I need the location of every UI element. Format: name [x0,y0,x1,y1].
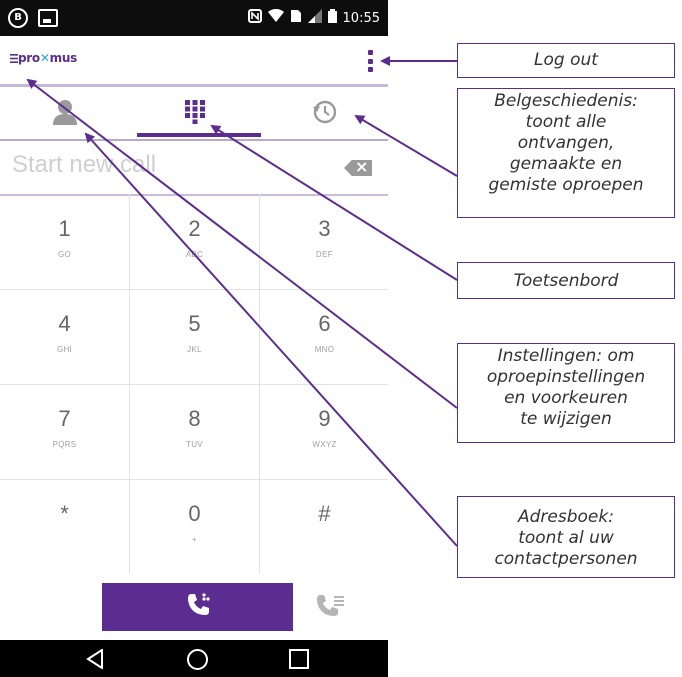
key-digit: 0 [188,501,201,526]
key-letters: ABC [185,250,204,259]
callout-text: Instellingen: om [497,346,635,366]
brand-prefix: pro [18,51,40,65]
callout-history: Belgeschiedenis: toont alle ontvangen, g… [457,88,675,218]
key-letters: TUV [186,440,203,449]
key-digit: 9 [318,406,331,431]
overflow-menu-icon[interactable] [368,50,374,72]
dialpad-key[interactable]: 7 PQRS [0,384,129,479]
status-bar: B 10:55 [0,0,388,36]
dialpad-key[interactable]: 9 WXYZ [260,384,389,479]
tab-history[interactable] [260,87,388,140]
image-icon [38,9,58,27]
call-bar [0,574,388,640]
key-digit: 4 [58,311,71,336]
callout-text: gemaakte en [509,154,623,174]
call-button[interactable] [102,583,293,631]
brand-x: ✕ [39,51,50,65]
app-bar: pro✕mus [0,36,388,84]
callout-text: Toetsenbord [513,271,619,291]
nfc-icon [247,9,262,27]
dialpad-key[interactable]: 5 JKL [130,289,259,384]
key-letters: PQRS [52,440,77,449]
key-letters: GHI [56,345,73,354]
callout-text: toont alle [525,112,607,132]
home-icon[interactable] [187,649,208,670]
key-letters: + [192,535,197,544]
clock-time: 10:55 [342,10,380,26]
dialpad-key[interactable]: 3 DEF [260,194,389,289]
history-icon [311,99,337,129]
key-digit: 3 [318,216,331,241]
hamburger-icon[interactable] [10,52,18,66]
dialpad-key[interactable]: * [0,479,129,574]
key-digit: # [318,501,331,526]
battery-icon [327,9,337,27]
callout-text: gemiste oproepen [488,175,644,195]
key-letters: WXYZ [312,440,337,449]
call-list-icon[interactable] [316,592,346,624]
callout-instellingen: Instellingen: om oproepinstellingen en v… [457,343,675,443]
key-digit: 1 [58,216,71,241]
callout-text: ontvangen, [517,133,615,153]
dialpad: 1 GO 2 ABC 3 DEF 4 GHI 5 JKL 6 MNO 7 PQRS 8 TUV 9 WXYZ * 0 +… [0,194,388,574]
phone-icon [185,592,211,622]
key-digit: 8 [188,406,201,431]
back-icon[interactable] [86,648,104,673]
callout-text: Adresboek: [518,507,614,527]
phone-screen: B 10:55 pro✕mus Start new call × 1 GO 2 … [0,0,388,677]
callout-text: Log out [534,50,598,70]
tab-divider [0,139,388,141]
dialpad-icon [185,99,205,128]
key-letters: DEF [316,250,333,259]
dialpad-key[interactable]: 2 ABC [130,194,259,289]
tab-contacts[interactable] [0,87,130,140]
key-letters: JKL [187,345,202,354]
tab-bar [0,84,388,143]
key-digit: 5 [188,311,201,336]
callout-text: te wijzigen [520,409,612,429]
callout-text: oproepinstellingen [486,367,646,387]
key-digit: 6 [318,311,331,336]
callout-toetsenbord: Toetsenbord [457,262,675,299]
android-nav-bar [0,640,388,677]
brand-suffix: mus [49,51,78,65]
key-letters: GO [57,250,72,259]
key-digit: 2 [188,216,201,241]
signal-icon [307,9,322,27]
callout-text: en voorkeuren [504,388,628,408]
dialpad-key[interactable]: 6 MNO [260,289,389,384]
number-input-row: Start new call [0,142,388,196]
number-input[interactable]: Start new call [12,151,156,179]
callout-text: Belgeschiedenis: [494,91,638,111]
dialpad-key[interactable]: 0 + [130,479,259,574]
dialpad-key[interactable]: 8 TUV [130,384,259,479]
backspace-icon[interactable] [344,160,372,176]
callout-text: toont al uw [518,528,614,548]
contacts-icon [52,98,78,130]
key-letters: MNO [314,345,335,354]
dialpad-key[interactable]: # [260,479,389,574]
key-digit: 7 [58,406,71,431]
callout-adresboek: Adresboek: toont al uw contactpersonen [457,496,675,578]
dialpad-key[interactable]: 4 GHI [0,289,129,384]
dialpad-key[interactable]: 1 GO [0,194,129,289]
selected-tab-indicator [137,133,261,137]
app-logo[interactable]: pro✕mus [10,51,77,66]
circle-b-icon: B [8,8,28,28]
sim-icon [290,9,302,27]
callout-logout: Log out [457,43,675,78]
callout-text: contactpersonen [494,549,638,569]
wifi-icon [267,8,284,27]
key-digit: * [60,501,69,526]
recent-apps-icon[interactable] [289,649,309,669]
